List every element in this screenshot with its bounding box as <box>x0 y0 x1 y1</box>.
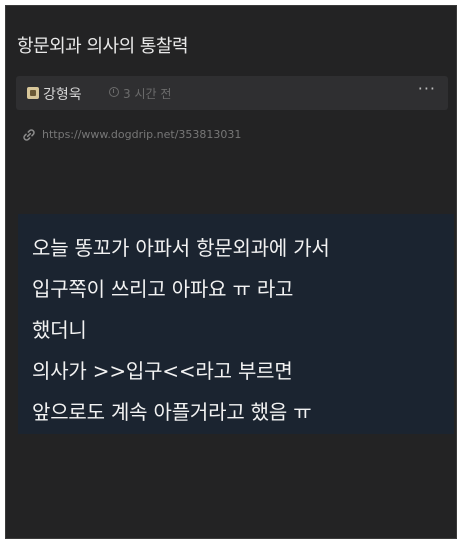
post-meta-bar: 강형욱 3 시간 전 ··· <box>16 76 448 110</box>
post-time: 3 시간 전 <box>123 87 172 101</box>
post-screenshot: 항문외과 의사의 통찰력 강형욱 3 시간 전 ··· https://www.… <box>5 5 457 539</box>
post-body: 오늘 똥꼬가 아파서 항문외과에 가서 입구쪽이 쓰리고 아파요 ㅠ 라고 했더… <box>32 228 330 433</box>
post-body-line: 앞으로도 계속 아플거라고 했음 ㅠ <box>32 400 312 424</box>
post-body-line: 의사가 >>입구<<라고 부르면 <box>32 359 293 383</box>
post-body-line: 오늘 똥꼬가 아파서 항문외과에 가서 <box>32 236 330 260</box>
author-name[interactable]: 강형욱 <box>43 84 82 104</box>
post-body-line: 입구쪽이 쓰리고 아파요 ㅠ 라고 <box>32 277 294 301</box>
post-title: 항문외과 의사의 통찰력 <box>17 36 189 57</box>
post-body-line: 했더니 <box>32 318 87 342</box>
post-url[interactable]: https://www.dogdrip.net/353813031 <box>42 128 241 141</box>
clock-icon <box>109 87 119 97</box>
avatar-icon <box>27 87 39 99</box>
more-icon[interactable]: ··· <box>418 79 436 98</box>
post-content: 오늘 똥꼬가 아파서 항문외과에 가서 입구쪽이 쓰리고 아파요 ㅠ 라고 했더… <box>18 214 454 434</box>
link-icon <box>23 129 35 141</box>
